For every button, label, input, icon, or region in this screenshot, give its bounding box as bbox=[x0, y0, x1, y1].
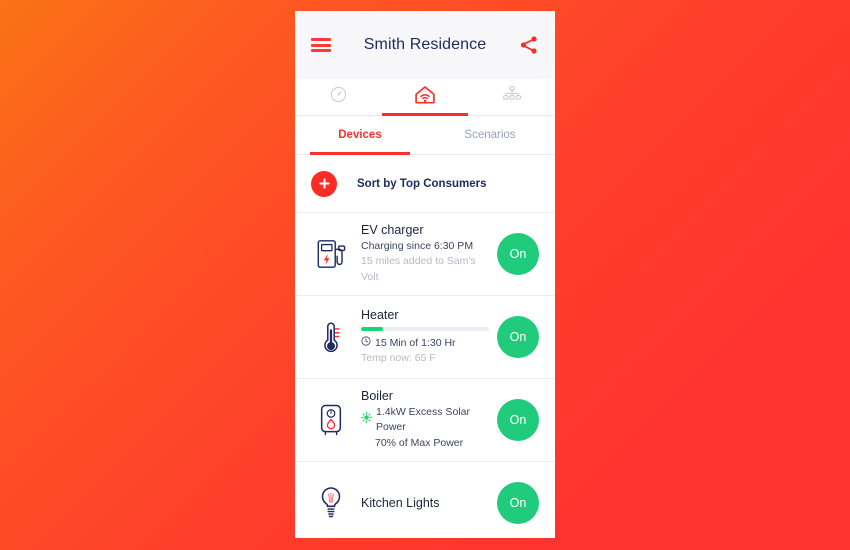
device-status-line-2: 70% of Max Power bbox=[361, 436, 491, 451]
device-status-text: 15 miles added to Sam's Volt bbox=[361, 255, 476, 283]
thermometer-icon bbox=[311, 319, 351, 355]
device-info: EV charger Charging since 6:30 PM 15 mil… bbox=[351, 223, 497, 285]
clock-icon bbox=[361, 336, 371, 351]
device-status-text: 15 Min of 1:30 Hr bbox=[375, 336, 456, 349]
device-list: EV charger Charging since 6:30 PM 15 mil… bbox=[295, 213, 555, 538]
device-status-line-1: Charging since 6:30 PM bbox=[361, 239, 491, 254]
tab-network[interactable] bbox=[468, 79, 555, 115]
sun-icon bbox=[361, 412, 372, 428]
phone-screen: Smith Residence Devices Scenarios Sort b… bbox=[295, 11, 555, 538]
table-row[interactable]: Heater 15 Min of 1:30 Hr Temp now: 65 F … bbox=[295, 296, 555, 379]
device-toggle-button[interactable]: On bbox=[497, 399, 539, 441]
device-status-text: Temp now: 65 F bbox=[361, 352, 436, 364]
device-name: Heater bbox=[361, 307, 399, 322]
lightbulb-icon bbox=[311, 485, 351, 521]
page-title: Smith Residence bbox=[363, 36, 487, 53]
text-tab-bar: Devices Scenarios bbox=[295, 116, 555, 155]
device-toggle-button[interactable]: On bbox=[497, 316, 539, 358]
network-tree-icon bbox=[502, 85, 522, 109]
heater-progress-fill bbox=[361, 326, 383, 331]
table-row[interactable]: EV charger Charging since 6:30 PM 15 mil… bbox=[295, 213, 555, 296]
device-name: EV charger bbox=[361, 223, 424, 238]
hamburger-bar bbox=[311, 38, 331, 41]
device-info: Boiler 1.4kW Excess Solar Power 70% of M… bbox=[351, 389, 497, 451]
device-name: Boiler bbox=[361, 389, 393, 404]
hamburger-bar bbox=[311, 49, 331, 52]
add-device-button[interactable] bbox=[311, 170, 337, 197]
device-status-line-1: 1.4kW Excess Solar Power bbox=[361, 405, 491, 435]
hamburger-menu-icon[interactable] bbox=[311, 38, 331, 52]
sort-row: Sort by Top Consumers bbox=[295, 155, 555, 213]
tab-devices[interactable]: Devices bbox=[295, 116, 425, 154]
gauge-icon bbox=[329, 85, 348, 109]
app-header: Smith Residence bbox=[295, 11, 555, 79]
device-toggle-button[interactable]: On bbox=[497, 482, 539, 524]
device-status-line-2: Temp now: 65 F bbox=[361, 351, 491, 366]
device-info: Kitchen Lights bbox=[351, 496, 497, 510]
device-status-line-2: 15 miles added to Sam's Volt bbox=[361, 254, 491, 284]
device-status-text: Charging since 6:30 PM bbox=[361, 240, 474, 253]
tab-energy[interactable] bbox=[295, 79, 382, 115]
icon-tab-bar bbox=[295, 79, 555, 116]
water-boiler-icon bbox=[311, 402, 351, 438]
device-toggle-button[interactable]: On bbox=[497, 233, 539, 275]
heater-progress-bar bbox=[361, 326, 489, 331]
device-status-line-1: 15 Min of 1:30 Hr bbox=[361, 336, 491, 351]
home-wifi-icon bbox=[414, 85, 436, 110]
device-status-text: 1.4kW Excess Solar Power bbox=[376, 406, 470, 434]
table-row[interactable]: Kitchen Lights On bbox=[295, 462, 555, 538]
ev-charging-station-icon bbox=[311, 237, 351, 271]
table-row[interactable]: Boiler 1.4kW Excess Solar Power 70% of M… bbox=[295, 379, 555, 462]
device-status-text: 70% of Max Power bbox=[375, 436, 464, 449]
device-name: Kitchen Lights bbox=[361, 496, 440, 510]
sort-by-top-consumers-label[interactable]: Sort by Top Consumers bbox=[357, 178, 487, 190]
device-info: Heater 15 Min of 1:30 Hr Temp now: 65 F bbox=[351, 308, 497, 366]
hamburger-bar bbox=[311, 43, 331, 47]
tab-scenarios[interactable]: Scenarios bbox=[425, 116, 555, 154]
share-icon[interactable] bbox=[519, 35, 539, 55]
tab-home[interactable] bbox=[382, 79, 469, 115]
